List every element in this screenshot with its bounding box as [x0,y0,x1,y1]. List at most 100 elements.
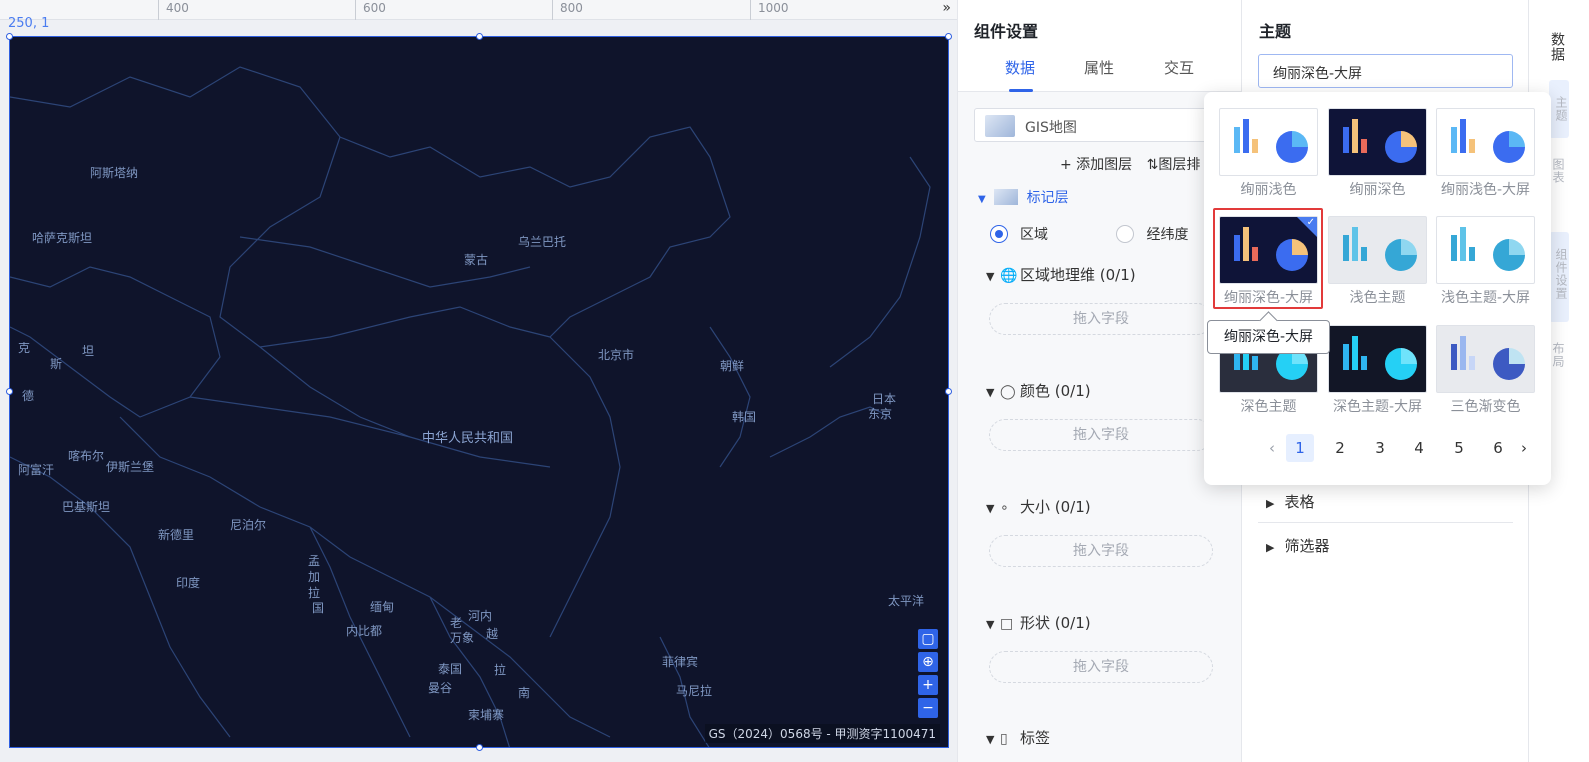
rail-item-chart[interactable]: 图表 [1549,158,1567,184]
bar-mark [1469,356,1475,370]
theme-option[interactable]: 浅色主题 [1328,216,1427,314]
page-3[interactable]: 3 [1366,434,1394,462]
theme-thumbnail[interactable] [1436,216,1535,284]
section-region-dimension[interactable]: ▼ 🌐 区域地理维 (0/1) [986,264,1136,285]
theme-thumbnail[interactable]: ✓ [1219,216,1318,284]
section-color[interactable]: ▼ ◯ 颜色 (0/1) [986,380,1091,401]
theme-option[interactable]: 深色主题-大屏 [1328,325,1427,423]
bar-mark [1460,336,1466,370]
frame-icon[interactable]: ▢ [918,629,938,649]
theme-thumbnail[interactable] [1328,325,1427,393]
tab-properties[interactable]: 属性 [1084,57,1114,78]
tab-data[interactable]: 数据 [1005,57,1035,78]
rail-item-layout[interactable]: 布局 [1549,342,1567,368]
radio-region[interactable] [990,225,1008,243]
section-shape[interactable]: ▼ □ 形状 (0/1) [986,612,1091,633]
rail-tab-theme[interactable]: 主题 [1549,80,1569,138]
resize-handle[interactable] [6,33,13,40]
map-label: 万象 [450,631,475,645]
resize-handle[interactable] [6,388,13,395]
map-label: 韩国 [732,410,757,424]
section-size[interactable]: ▼ ∘ 大小 (0/1) [986,496,1091,517]
resize-handle[interactable] [945,33,952,40]
list-item-table[interactable]: ▶ 表格 [1266,491,1314,512]
bar-mark [1460,119,1466,153]
field-dropzone[interactable]: 拖入字段 [989,651,1213,683]
page-4[interactable]: 4 [1405,434,1433,462]
check-icon: ✓ [1306,217,1315,228]
bar-mark [1234,235,1240,261]
theme-option[interactable]: 三色渐变色 [1436,325,1535,423]
field-dropzone[interactable]: 拖入字段 [989,535,1213,567]
rail-item-data[interactable]: 数据 [1549,32,1567,62]
rail-tab-settings[interactable]: 组件设置 [1549,232,1569,322]
map-label: 新德里 [158,528,195,542]
locate-icon[interactable]: ⊕ [918,652,938,672]
theme-thumbnail[interactable] [1328,216,1427,284]
section-label: 标签 [1020,729,1051,747]
chevron-left-icon[interactable]: ‹ [1258,434,1286,462]
shape-icon: □ [1000,616,1014,632]
section-label-tag[interactable]: ▼ ▯ 标签 [986,727,1050,748]
layer-row[interactable]: ▼ 标记层 [978,187,1069,207]
double-chevron-right-icon[interactable]: » [942,0,951,16]
zoom-out-icon[interactable]: − [918,698,938,718]
theme-option[interactable]: 绚丽浅色-大屏 [1436,108,1535,206]
ruler-tick-line [552,0,553,20]
field-dropzone[interactable]: 拖入字段 [989,419,1213,451]
resize-handle[interactable] [476,744,483,751]
section-label: 形状 (0/1) [1020,614,1091,632]
panel-title: 组件设置 [974,22,1039,41]
map-label: 国 [312,601,325,615]
bar-mark [1361,247,1367,261]
bar-mark [1469,139,1475,153]
field-dropzone[interactable]: 拖入字段 [989,303,1213,335]
theme-select[interactable]: 绚丽深色-大屏 [1258,54,1513,88]
ruler-tick-label: 800 [560,1,583,15]
map-label: 南 [518,686,531,700]
zoom-in-icon[interactable]: + [918,675,938,695]
bar-mark [1361,139,1367,153]
chevron-down-icon[interactable]: ▼ [978,194,986,205]
page-6[interactable]: 6 [1484,434,1512,462]
page-5[interactable]: 5 [1445,434,1473,462]
theme-title: 主题 [1259,22,1292,41]
rail-item-label: 组件设置 [1554,248,1568,300]
section-label: 大小 (0/1) [1020,498,1091,516]
page-1[interactable]: 1 [1286,434,1314,462]
theme-thumbnail[interactable] [1219,108,1318,176]
list-item-label: 表格 [1284,493,1315,511]
theme-option[interactable]: 浅色主题-大屏 [1436,216,1535,314]
layer-actions: + 添加图层 ⇅图层排 [1060,154,1210,174]
ruler-tick-label: 1000 [758,1,789,15]
map-copyright: GS（2024）0568号 - 甲测资字1100471 [704,724,940,743]
theme-option[interactable]: 绚丽浅色 [1219,108,1318,206]
tab-interaction[interactable]: 交互 [1164,57,1194,78]
resize-handle[interactable] [945,388,952,395]
map-label: 越 [486,627,499,641]
gis-map-widget[interactable]: 阿斯塔纳 哈萨克斯坦 蒙古 乌兰巴托 北京市 朝鲜 韩国 日本 东京 中华人民共… [9,36,949,748]
theme-option[interactable]: ✓ 绚丽深色-大屏 [1219,216,1318,314]
list-item-filter[interactable]: ▶ 筛选器 [1266,535,1329,556]
theme-thumbnail[interactable] [1328,108,1427,176]
chevron-right-icon[interactable]: › [1510,434,1538,462]
layer-manage-button[interactable]: ⇅图层排 [1147,157,1201,173]
map-label: 克 [18,341,31,355]
map-label: 孟 [308,554,321,568]
radio-lat-lng[interactable] [1116,225,1135,243]
theme-thumbnail[interactable] [1436,325,1535,393]
radio-label: 区域 [1020,227,1048,243]
map-label: 斯 [50,357,63,371]
page-2[interactable]: 2 [1326,434,1354,462]
bar-mark [1343,344,1349,370]
chevron-down-icon: ▼ [986,386,995,399]
bar-mark [1252,247,1258,261]
bar-mark [1343,235,1349,261]
theme-thumbnail[interactable] [1436,108,1535,176]
map-label: 尼泊尔 [230,518,267,532]
theme-option[interactable]: 绚丽深色 [1328,108,1427,206]
resize-handle[interactable] [476,33,483,40]
theme-option-label: 浅色主题 [1349,290,1406,306]
add-layer-button[interactable]: + 添加图层 [1060,157,1132,173]
chart-type-select[interactable]: GIS地图 [974,108,1226,142]
